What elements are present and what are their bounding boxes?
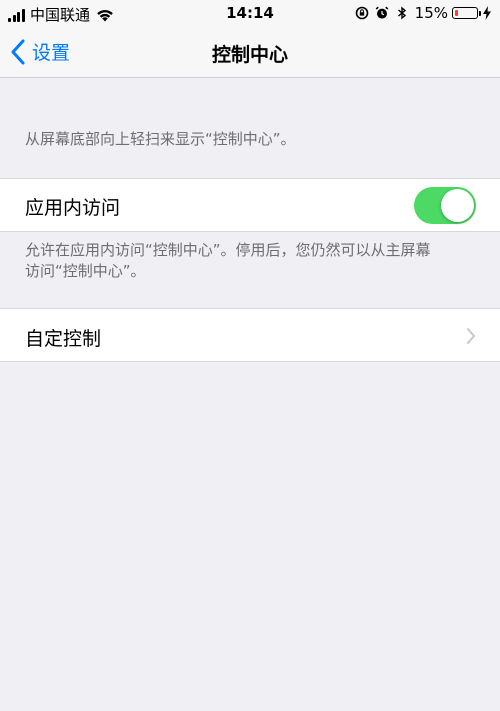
customize-controls-cell[interactable]: 自定控制 [0,308,500,362]
battery-icon [452,7,481,19]
status-right: 15% [355,4,492,22]
chevron-right-icon [467,328,475,344]
access-within-apps-cell: 应用内访问 [0,178,500,232]
swipe-description: 从屏幕底部向上轻扫来显示“控制中心”。 [25,130,296,148]
page-title: 控制中心 [211,44,288,66]
battery-percent: 15% [414,4,448,22]
access-description: 允许在应用内访问“控制中心”。停用后，您仍然可以从主屏幕 访问“控制中心”。 [25,240,475,282]
access-description-line-2: 访问“控制中心”。 [25,262,146,280]
access-within-apps-label: 应用内访问 [25,197,121,219]
access-description-line-1: 允许在应用内访问“控制中心”。停用后，您仍然可以从主屏幕 [25,241,431,259]
rotation-lock-icon [355,6,368,20]
bluetooth-icon [397,6,406,20]
toggle-knob [441,189,474,222]
access-within-apps-toggle[interactable] [414,187,476,224]
alarm-icon [375,6,388,19]
navigation-bar: 设置 控制中心 [0,26,500,78]
charging-icon [483,6,491,20]
customize-controls-label: 自定控制 [25,328,102,350]
status-bar: 中国联通 14:14 15% [0,0,500,26]
